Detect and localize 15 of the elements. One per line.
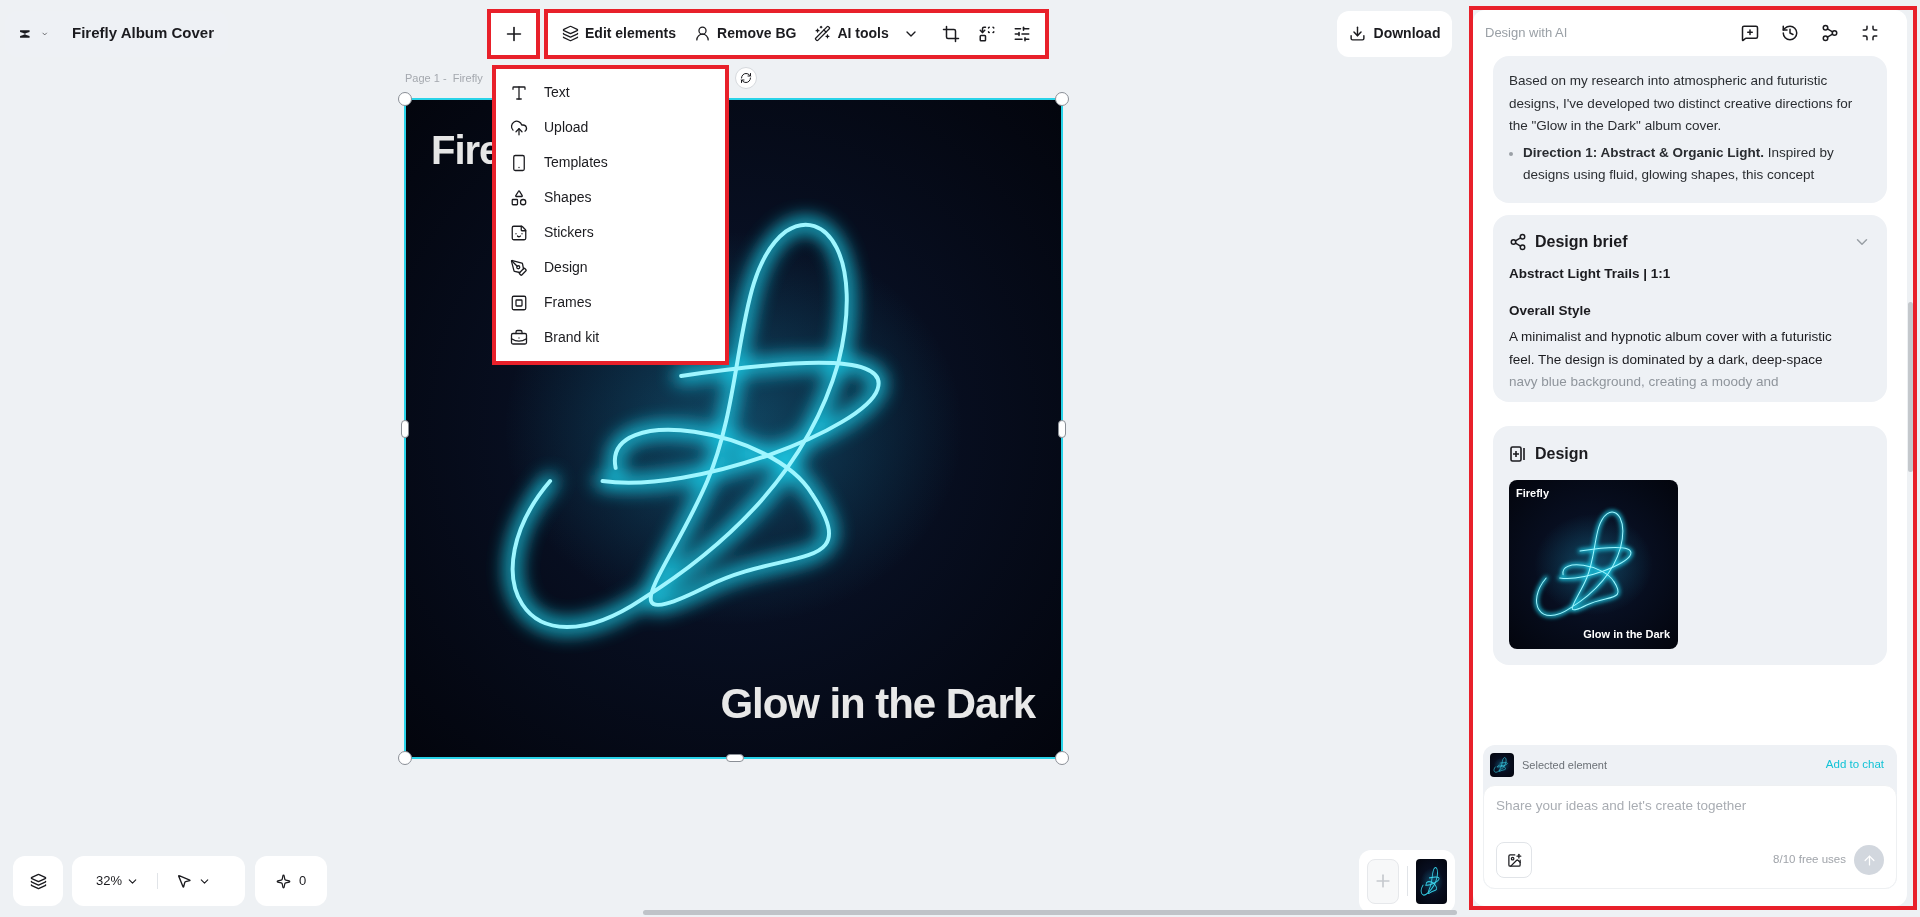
cover-subtitle: Glow in the Dark — [720, 679, 1035, 729]
brief-text: navy blue background, creating a moody and — [1509, 373, 1780, 391]
bullet-text: Direction 1: Abstract & Organic Light. Inspired by designs using fluid, glowing shapes, this concept — [1523, 143, 1835, 184]
thumbnail-title: Firefly — [1516, 485, 1549, 501]
brief-text: A minimalist and hypnotic album cover with a futuristic feel. The design is dominated by a dark, deep-space — [1509, 328, 1833, 369]
section-heading: Overall Style — [1509, 301, 1592, 320]
page-label: Page 1 - Firefly — [405, 70, 483, 86]
thumbnail-subtitle: Glow in the Dark — [1583, 627, 1670, 642]
panel-title: Design with AI — [1485, 24, 1568, 43]
card-heading: Design — [1535, 443, 1589, 464]
brief-subtitle: Abstract Light Trails | 1:1 — [1509, 265, 1672, 283]
usage-count: 8/10 free uses — [1773, 852, 1846, 868]
message-text: Based on my research into atmospheric and futuristic designs, I've developed two distinct creative directions for the "Glow in the Dark" album cover. — [1509, 72, 1854, 135]
selected-label: Selected element — [1522, 757, 1607, 773]
card-heading: Design brief — [1535, 231, 1628, 252]
